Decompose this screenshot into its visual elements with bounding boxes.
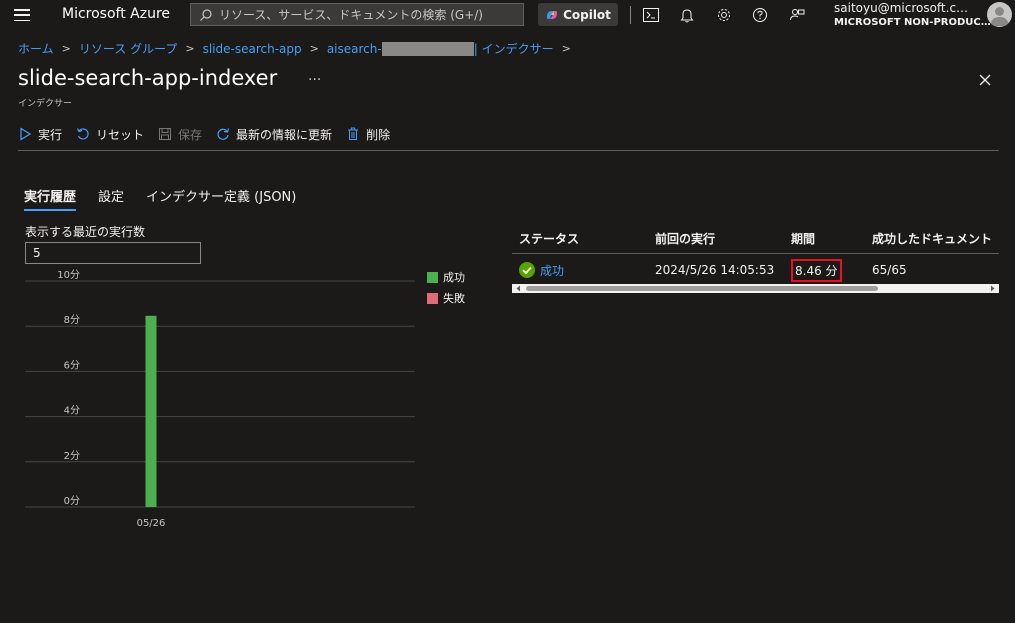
reset-icon [76,128,89,140]
breadcrumb-search-service[interactable]: aisearch- [327,42,382,56]
y-tick-label: 6分 [64,359,80,371]
column-header-status[interactable]: ステータス [512,230,655,247]
menu-icon[interactable] [14,9,30,21]
duration-cell: 8.46 分 [791,258,872,282]
y-tick-label: 2分 [64,450,80,462]
refresh-label: 最新の情報に更新 [236,127,333,142]
trash-icon [348,127,359,140]
search-icon [200,8,212,21]
y-tick-label: 0分 [64,495,80,507]
help-icon[interactable] [750,5,770,25]
more-actions-button[interactable]: ··· [308,72,321,88]
refresh-button[interactable]: 最新の情報に更新 [216,126,332,143]
breadcrumb: ホーム > リソース グループ > slide-search-app > ais… [18,40,579,57]
page-subtitle: インデクサー [18,99,73,109]
execution-history-table: ステータス 前回の実行 期間 成功したドキュメント 成功 2024/5/26 1… [512,224,999,286]
tab-indexer-json[interactable]: インデクサー定義 (JSON) [146,186,296,211]
duration-value: 8.46 分 [791,258,842,282]
breadcrumb-indexers[interactable]: | インデクサー [474,40,554,57]
brand-title[interactable]: Microsoft Azure [62,6,170,22]
settings-gear-icon[interactable] [714,5,734,25]
legend-failure: 失敗 [427,290,465,306]
cloud-shell-icon[interactable] [641,5,661,25]
notifications-icon[interactable] [677,5,697,25]
table-row[interactable]: 成功 2024/5/26 14:05:53 8.46 分 65/65 [512,254,999,286]
play-icon [20,127,32,141]
legend-success-label: 成功 [443,271,465,284]
copilot-label: Copilot [563,7,611,22]
command-bar: 実行 リセット 保存 最新の情報に更新 削除 [18,124,404,144]
user-icon [990,7,1009,26]
x-tick-label: 05/26 [137,518,166,529]
status-link[interactable]: 成功 [540,262,564,279]
y-tick-label: 10分 [57,269,80,281]
success-check-icon [519,262,535,278]
reset-button[interactable]: リセット [76,126,144,143]
search-input[interactable]: リソース、サービス、ドキュメントの検索 (G+/) [190,3,524,26]
y-tick-label: 4分 [64,405,80,417]
chevron-right-icon: > [309,42,319,55]
tab-strip: 実行履歴 設定 インデクサー定義 (JSON) [24,186,318,211]
breadcrumb-home[interactable]: ホーム [18,40,54,57]
copilot-button[interactable]: Copilot [538,3,618,26]
column-header-docs[interactable]: 成功したドキュメント [872,230,999,247]
breadcrumb-resource-groups[interactable]: リソース グループ [79,40,178,57]
scroll-right-icon[interactable] [989,285,996,292]
execution-duration-chart: 0分 2分 4分 6分 8分 10分 05/26 [25,269,415,529]
top-bar: Microsoft Azure リソース、サービス、ドキュメントの検索 (G+/… [0,0,1015,30]
status-cell: 成功 [512,262,655,279]
delete-button[interactable]: 削除 [346,126,390,143]
legend-failure-label: 失敗 [443,292,465,305]
docs-cell: 65/65 [872,263,907,277]
toolbar-divider [18,150,999,151]
feedback-icon[interactable] [787,5,807,25]
chevron-right-icon: > [61,42,71,55]
top-divider [630,6,631,24]
legend-success: 成功 [427,269,465,285]
column-header-duration[interactable]: 期間 [791,230,872,247]
y-tick-label: 8分 [64,314,80,326]
bar-success[interactable] [145,315,157,507]
scrollbar-thumb[interactable] [526,286,878,291]
reset-label: リセット [96,127,145,142]
column-header-last-run[interactable]: 前回の実行 [655,230,791,247]
save-button[interactable]: 保存 [158,126,202,143]
copilot-icon [547,10,558,19]
search-placeholder: リソース、サービス、ドキュメントの検索 (G+/) [219,8,483,22]
recent-runs-input[interactable] [25,242,201,264]
legend-failure-swatch [427,292,438,304]
chevron-right-icon: > [561,42,571,55]
tab-execution-history[interactable]: 実行履歴 [24,186,77,211]
refresh-icon [217,128,230,140]
account-info[interactable]: saitoyu@microsoft.c… MICROSOFT NON-PRODU… [834,1,991,29]
table-header: ステータス 前回の実行 期間 成功したドキュメント [512,224,999,254]
horizontal-scrollbar[interactable] [512,284,999,293]
legend-success-swatch [427,271,438,283]
scroll-left-icon[interactable] [515,285,522,292]
redacted-block [381,41,474,56]
account-org: MICROSOFT NON-PRODUC… [834,17,991,28]
save-icon [159,128,172,140]
breadcrumb-resource-group[interactable]: slide-search-app [203,42,302,56]
chevron-right-icon: > [185,42,195,55]
delete-label: 削除 [366,127,391,142]
recent-runs-label: 表示する最近の実行数 [25,225,146,239]
save-label: 保存 [178,127,203,142]
close-icon[interactable] [978,73,992,87]
run-label: 実行 [38,127,63,142]
page-title: slide-search-app-indexer [18,66,278,90]
avatar[interactable] [987,2,1012,27]
last-run-cell: 2024/5/26 14:05:53 [655,263,775,277]
tab-settings[interactable]: 設定 [98,186,124,211]
account-email: saitoyu@microsoft.c… [834,1,969,15]
run-button[interactable]: 実行 [18,126,62,143]
